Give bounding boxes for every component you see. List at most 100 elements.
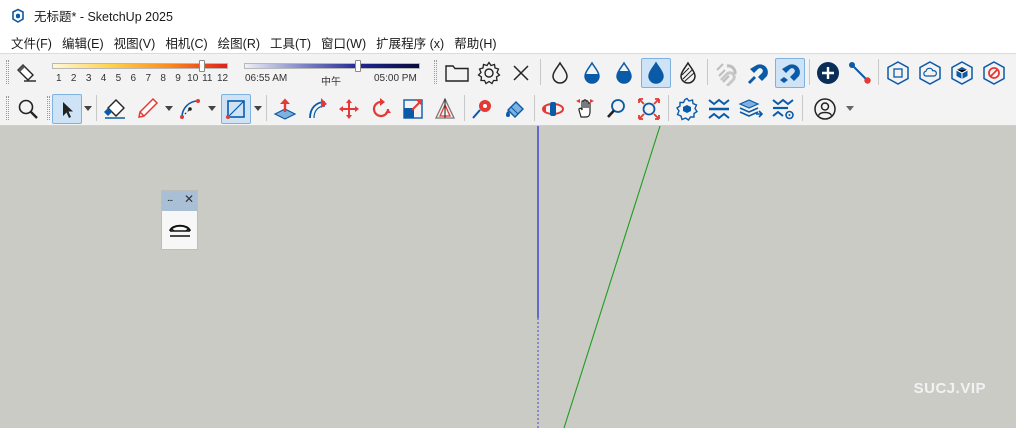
rectangle-icon	[226, 100, 245, 119]
drawing-viewport[interactable]: ... ✕ SUCJ.VIP	[0, 126, 1016, 428]
shadow-time-slider[interactable]: 06:55 AM 中午 05:00 PM	[244, 60, 422, 89]
menu-view[interactable]: 视图(V)	[109, 33, 161, 52]
drop-hatched-button[interactable]	[673, 58, 703, 88]
hex-cube-icon	[887, 61, 909, 85]
shadow-month-slider[interactable]: 1 2 3 4 5 6 7 8 9 10 11 12	[52, 60, 232, 89]
toolbar-separator	[540, 59, 541, 85]
menu-help[interactable]: 帮助(H)	[449, 33, 501, 52]
hex-cloud-icon	[919, 61, 941, 85]
menu-window[interactable]: 窗口(W)	[316, 33, 371, 52]
layers-compress-button[interactable]	[704, 94, 734, 124]
floating-window-dots: ...	[167, 193, 173, 204]
toolbar-grip[interactable]	[6, 60, 9, 84]
arc-button[interactable]	[175, 94, 205, 124]
select-dropdown-caret[interactable]	[84, 105, 92, 113]
toolbar-grip[interactable]	[6, 96, 9, 120]
add-button[interactable]	[813, 58, 843, 88]
paint-bucket-button[interactable]	[500, 94, 530, 124]
drop-mostly-button[interactable]	[609, 58, 639, 88]
toolbar-separator	[534, 95, 535, 121]
account-button[interactable]	[810, 94, 840, 124]
scale-button[interactable]	[398, 94, 428, 124]
toolbar-grip[interactable]	[434, 60, 437, 84]
menu-edit[interactable]: 编辑(E)	[57, 33, 109, 52]
month-slider-thumb[interactable]	[198, 60, 205, 72]
select-button[interactable]	[52, 94, 82, 124]
toolbar-area: 1 2 3 4 5 6 7 8 9 10 11 12 06:55 AM 中午 05:00 PM	[0, 53, 1016, 126]
follow-me-button[interactable]	[302, 94, 332, 124]
green-axis	[563, 126, 661, 428]
rotate-icon	[372, 98, 391, 118]
eraser-button[interactable]	[100, 94, 130, 124]
rectangle-button[interactable]	[221, 94, 251, 124]
close-button[interactable]	[506, 58, 536, 88]
pencil-button[interactable]	[132, 94, 162, 124]
arc-dropdown-caret[interactable]	[208, 105, 216, 113]
move-button[interactable]	[334, 94, 364, 124]
toolbar-separator	[707, 59, 708, 85]
hex-prohibited-icon	[983, 61, 1005, 85]
arc-icon	[180, 99, 200, 119]
zoom-extents-button[interactable]	[634, 94, 664, 124]
pan-button[interactable]	[570, 94, 600, 124]
hand-icon	[576, 99, 594, 118]
month-tick-label: 8	[160, 73, 166, 84]
menu-extensions[interactable]: 扩展程序 (x)	[371, 33, 449, 52]
shadow-settings-button[interactable]	[13, 58, 43, 88]
menu-tools[interactable]: 工具(T)	[265, 33, 316, 52]
month-tick-label: 6	[130, 73, 137, 84]
tape-measure-button[interactable]	[468, 94, 498, 124]
magnet-off-button[interactable]	[711, 58, 741, 88]
line-dropdown-caret[interactable]	[165, 105, 173, 113]
magnet-object-icon	[780, 64, 800, 83]
close-icon[interactable]: ✕	[184, 192, 194, 206]
rotate-button[interactable]	[366, 94, 396, 124]
toolbar-separator	[464, 95, 465, 121]
layers-gear-icon	[772, 98, 794, 120]
zoom-tool-button[interactable]	[602, 94, 632, 124]
settings-button[interactable]	[474, 58, 504, 88]
cloud-cube-button[interactable]	[915, 58, 945, 88]
drop-full-button[interactable]	[641, 58, 671, 88]
floating-window-titlebar[interactable]: ... ✕	[162, 191, 197, 211]
warehouse-button[interactable]	[672, 94, 702, 124]
drop-full-icon	[648, 61, 664, 84]
drop-half-button[interactable]	[577, 58, 607, 88]
open-folder-button[interactable]	[442, 58, 472, 88]
zoom-button[interactable]	[13, 94, 43, 124]
window-title: 无标题* - SketchUp 2025	[34, 10, 173, 24]
magnet-button[interactable]	[743, 58, 773, 88]
layers-export-button[interactable]	[736, 94, 766, 124]
magnet-object-button[interactable]	[775, 58, 805, 88]
menu-draw[interactable]: 绘图(R)	[213, 33, 265, 52]
zoom-extents-icon	[638, 98, 660, 120]
hex-solid-cube-icon	[951, 61, 973, 85]
month-tick-label: 9	[175, 73, 181, 84]
menu-camera[interactable]: 相机(C)	[160, 33, 212, 52]
orbit-button[interactable]	[538, 94, 568, 124]
time-slider-thumb[interactable]	[355, 60, 362, 72]
floating-tool-window[interactable]: ... ✕	[161, 190, 198, 250]
offset-button[interactable]	[430, 94, 460, 124]
arrow-cursor-icon	[63, 102, 73, 118]
floating-tool-button[interactable]	[167, 218, 193, 244]
menu-file[interactable]: 文件(F)	[6, 33, 57, 52]
solid-cube-button[interactable]	[947, 58, 977, 88]
drop-outline-icon	[552, 61, 568, 84]
layers-settings-button[interactable]	[768, 94, 798, 124]
push-pull-button[interactable]	[270, 94, 300, 124]
drop-half-icon	[584, 61, 600, 84]
point-line-icon	[849, 62, 871, 84]
shape-dropdown-caret[interactable]	[254, 105, 262, 113]
toolbar-separator	[809, 59, 810, 85]
toolbar-grip[interactable]	[47, 96, 50, 120]
tape-line-button[interactable]	[845, 58, 875, 88]
layers-stack-icon	[738, 99, 764, 118]
no-entry-cube-button[interactable]	[979, 58, 1009, 88]
account-dropdown-caret[interactable]	[846, 105, 854, 113]
cube-outline-button[interactable]	[883, 58, 913, 88]
offset-icon	[434, 97, 456, 119]
chevron-down-icon	[846, 106, 854, 111]
month-tick-label: 10	[187, 73, 199, 84]
drop-empty-button[interactable]	[545, 58, 575, 88]
